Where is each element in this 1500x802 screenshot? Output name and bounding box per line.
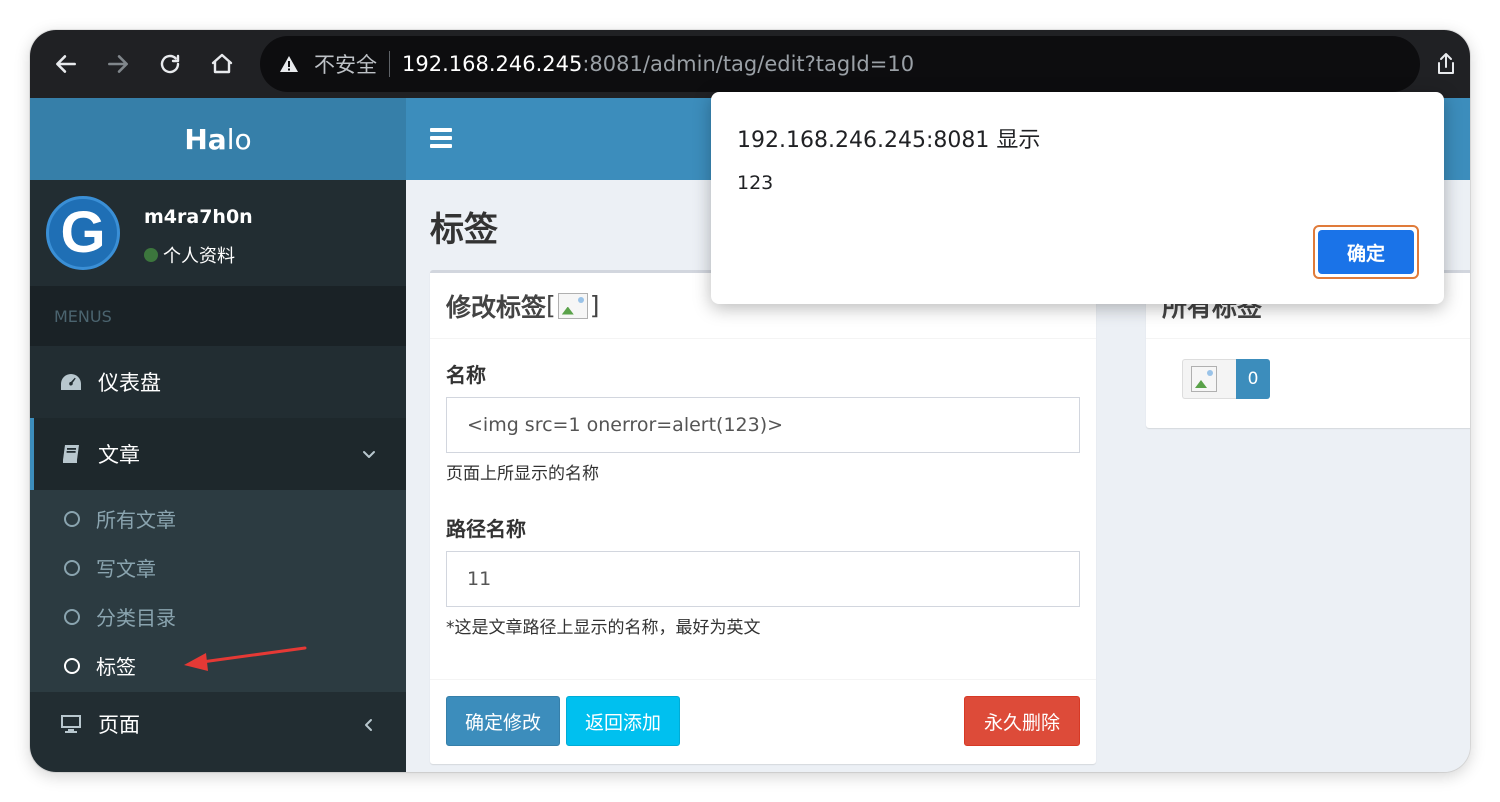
share-icon[interactable] [1430, 48, 1462, 80]
chevron-left-icon [360, 715, 378, 733]
home-icon[interactable] [202, 44, 242, 84]
dialog-message: 123 [737, 172, 774, 194]
url-path: :8081/admin/tag/edit?tagId=10 [582, 52, 915, 76]
address-bar[interactable]: 不安全 192.168.246.245:8081/admin/tag/edit?… [260, 36, 1420, 92]
avatar-letter: G [60, 200, 106, 265]
menus-header: MENUS [30, 286, 406, 346]
user-panel: G m4ra7h0n 个人资料 [30, 180, 406, 286]
tag-label [1182, 359, 1236, 399]
reload-icon[interactable] [150, 44, 190, 84]
edit-tag-footer: 确定修改 返回添加 永久删除 [430, 679, 1096, 767]
back-icon[interactable] [46, 44, 86, 84]
sidebar-item-all-articles[interactable]: 所有文章 [30, 494, 406, 543]
circle-icon [64, 559, 80, 576]
book-icon [58, 443, 84, 465]
submenu-label: 写文章 [96, 557, 156, 581]
circle-icon [64, 657, 80, 674]
forward-icon[interactable] [98, 44, 138, 84]
insecure-label[interactable]: 不安全 [314, 49, 377, 79]
name-label: 名称 [446, 363, 486, 387]
logo-light-text: lo [226, 122, 252, 156]
slug-label: 路径名称 [446, 517, 526, 541]
broken-image-icon [1191, 366, 1217, 392]
dialog-ok-button[interactable]: 确定 [1313, 225, 1419, 279]
annotation-arrow-icon [184, 646, 307, 671]
page-title: 标签 [430, 210, 498, 250]
desktop-icon [58, 713, 84, 735]
tag-chip[interactable]: 0 [1182, 359, 1270, 399]
logo-bold-text: Ha [184, 122, 227, 156]
sidebar-item-label: 仪表盘 [98, 371, 161, 395]
slug-help-text: *这是文章路径上显示的名称，最好为英文 [446, 618, 761, 638]
edit-tag-title: 修改标签 [446, 292, 547, 322]
sidebar-item-write-article[interactable]: 写文章 [30, 543, 406, 592]
chevron-down-icon [360, 444, 378, 462]
dialog-title: 192.168.246.245:8081 显示 [737, 128, 1041, 153]
submenu-label: 所有文章 [96, 508, 176, 532]
slug-field[interactable]: 11 [446, 551, 1080, 607]
browser-window: 不安全 192.168.246.245:8081/admin/tag/edit?… [30, 30, 1470, 772]
back-to-add-button[interactable]: 返回添加 [566, 696, 680, 746]
sidebar-item-label: 文章 [98, 443, 140, 467]
sidebar-item-categories[interactable]: 分类目录 [30, 592, 406, 641]
sidebar-item-label: 页面 [98, 713, 140, 737]
dashboard-icon [58, 371, 84, 393]
circle-icon [64, 608, 80, 625]
sidebar-toggle-icon[interactable] [430, 128, 452, 148]
confirm-edit-button[interactable]: 确定修改 [446, 696, 560, 746]
browser-toolbar: 不安全 192.168.246.245:8081/admin/tag/edit?… [30, 30, 1470, 98]
sidebar-item-dashboard[interactable]: 仪表盘 [30, 346, 406, 418]
profile-link-label: 个人资料 [163, 246, 235, 267]
user-name: m4ra7h0n [144, 206, 253, 228]
url-host: 192.168.246.245 [402, 52, 583, 76]
warning-icon[interactable] [278, 53, 300, 75]
name-help-text: 页面上所显示的名称 [446, 464, 599, 484]
dialog-ok-label: 确定 [1318, 230, 1414, 274]
alert-dialog: 192.168.246.245:8081 显示 123 确定 [711, 92, 1444, 304]
tag-count-badge: 0 [1236, 359, 1270, 399]
broken-image-icon [557, 292, 588, 319]
online-status-icon [144, 248, 158, 262]
bracket-open: [ [546, 291, 556, 320]
profile-link[interactable]: 个人资料 [144, 242, 235, 268]
sidebar-item-articles[interactable]: 文章 [30, 418, 406, 490]
bracket-close: ] [589, 291, 600, 320]
submenu-label: 标签 [96, 655, 136, 679]
submenu-label: 分类目录 [96, 606, 176, 630]
edit-tag-box: 修改标签 [ ] 名称 <img src=1 onerror=alert(123… [430, 270, 1096, 764]
sidebar-item-pages[interactable]: 页面 [30, 692, 406, 756]
circle-icon [64, 510, 80, 527]
delete-permanently-button[interactable]: 永久删除 [964, 696, 1080, 746]
avatar: G [46, 196, 120, 270]
name-field[interactable]: <img src=1 onerror=alert(123)> [446, 397, 1080, 453]
app-logo[interactable]: Ha lo [30, 98, 406, 180]
address-separator [389, 51, 390, 77]
